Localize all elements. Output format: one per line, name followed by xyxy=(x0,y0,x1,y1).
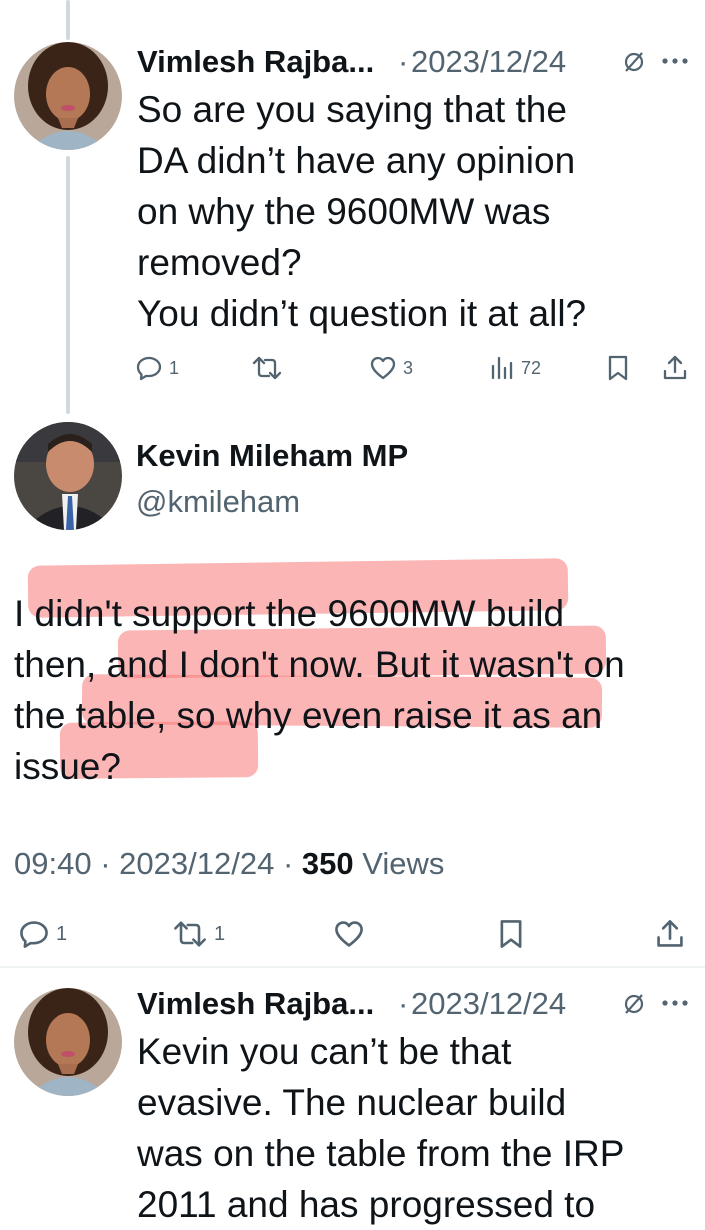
reply-button[interactable]: 1 xyxy=(135,354,179,382)
views-button[interactable]: 72 xyxy=(489,354,541,382)
tweet-line: then, and I don't now. But it wasn't on xyxy=(14,644,625,685)
author-handle[interactable]: @kmileham xyxy=(136,484,300,520)
grok-icon[interactable] xyxy=(622,992,646,1021)
more-icon[interactable] xyxy=(661,996,689,1014)
speech-bubble-icon xyxy=(136,356,162,381)
views-count[interactable]: 350 xyxy=(302,846,354,881)
tweet-line: 2011 and has progressed to xyxy=(137,1184,596,1225)
share-icon xyxy=(657,920,683,947)
tweet-line: removed? xyxy=(137,242,302,283)
tweet-line: was on the table from the IRP xyxy=(137,1133,625,1174)
tweet-line: I didn't support the 9600MW build xyxy=(14,593,565,634)
retweet-arrows-icon xyxy=(252,356,282,380)
avatar[interactable] xyxy=(14,42,122,150)
author-name[interactable]: Kevin Mileham MP xyxy=(136,438,408,474)
more-icon[interactable] xyxy=(661,54,689,72)
avatar[interactable] xyxy=(14,988,122,1096)
grok-icon[interactable] xyxy=(622,50,646,79)
tweet-line: issue? xyxy=(14,746,121,787)
thread-line-top xyxy=(66,0,70,40)
avatar[interactable] xyxy=(14,422,122,530)
author-name[interactable]: Vimlesh Rajba... xyxy=(137,44,374,80)
like-button[interactable] xyxy=(333,918,365,950)
tweet-date[interactable]: 2023/12/24 xyxy=(119,846,274,881)
reply-count: 1 xyxy=(169,357,180,378)
share-button[interactable] xyxy=(662,354,688,382)
meta-separator: · xyxy=(398,986,409,1021)
tweet-text: So are you saying that the DA didn’t hav… xyxy=(137,84,697,339)
thread-line-reply1 xyxy=(66,156,70,414)
like-button[interactable]: 3 xyxy=(369,354,413,382)
divider xyxy=(0,966,705,968)
author-name[interactable]: Vimlesh Rajba... xyxy=(137,986,374,1022)
views-label: Views xyxy=(362,846,445,881)
tweet-line: the table, so why even raise it as an xyxy=(14,695,603,736)
bookmark-icon xyxy=(608,355,628,381)
tweet-time[interactable]: 09:40 xyxy=(14,846,92,881)
share-icon xyxy=(663,355,687,380)
tweet-timestamp: 09:40 · 2023/12/24 · 350 Views xyxy=(14,846,444,882)
meta-separator: · xyxy=(398,44,409,79)
reply-button[interactable]: 1 xyxy=(18,918,67,950)
bookmark-button[interactable] xyxy=(606,354,630,382)
tweet-line: You didn’t question it at all? xyxy=(137,293,587,334)
tweet-date[interactable]: 2023/12/24 xyxy=(411,44,566,80)
meta-separator: · xyxy=(282,846,294,881)
tweet-line: evasive. The nuclear build xyxy=(137,1082,567,1123)
tweet-text: I didn't support the 9600MW build then, … xyxy=(14,588,694,792)
tweet-line: So are you saying that the xyxy=(137,89,567,130)
bookmark-icon xyxy=(500,920,522,948)
tweet-line: Kevin you can’t be that xyxy=(137,1031,512,1072)
speech-bubble-icon xyxy=(20,921,48,948)
retweet-arrows-icon xyxy=(174,921,206,947)
tweet-line: on why the 9600MW was xyxy=(137,191,551,232)
tweet-text: Kevin you can’t be that evasive. The nuc… xyxy=(137,1026,697,1230)
bookmark-button[interactable] xyxy=(497,918,525,950)
views-count: 72 xyxy=(521,357,542,378)
reply-count: 1 xyxy=(56,922,68,945)
meta-separator: · xyxy=(100,846,111,881)
retweet-button[interactable] xyxy=(251,354,283,382)
share-button[interactable] xyxy=(655,918,685,950)
heart-icon xyxy=(335,921,363,947)
retweet-button[interactable]: 1 xyxy=(172,918,225,950)
like-count: 3 xyxy=(403,357,414,378)
heart-icon xyxy=(370,356,396,380)
tweet-date[interactable]: 2023/12/24 xyxy=(411,986,566,1022)
retweet-count: 1 xyxy=(214,922,226,945)
bar-chart-icon xyxy=(491,356,513,380)
tweet-line: DA didn’t have any opinion xyxy=(137,140,576,181)
